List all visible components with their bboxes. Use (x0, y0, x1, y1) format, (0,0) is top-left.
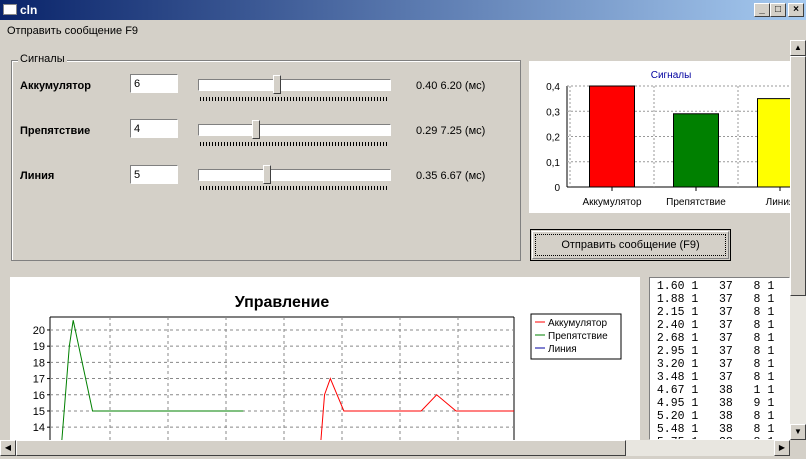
title-bar: cln _ □ × (0, 0, 806, 20)
signal-label-accumulator: Аккумулятор (20, 80, 91, 92)
line-slider-track[interactable] (198, 169, 391, 181)
horizontal-scrollbar[interactable]: ◀ ▶ (0, 440, 790, 456)
control-series-line (61, 320, 244, 440)
window-title: cln (20, 3, 38, 17)
log-line: 2.40 1 37 8 1 (650, 319, 775, 332)
accumulator-slider-ticks (200, 97, 389, 101)
accumulator-readout: 0.40 6.20 (мс) (416, 80, 486, 92)
close-button[interactable]: × (788, 3, 804, 17)
control-y-tick-label: 17 (33, 374, 45, 386)
vertical-scrollbar[interactable]: ▲ ▼ (790, 40, 806, 440)
app-icon (3, 4, 17, 15)
signals-group-label: Сигналы (18, 53, 67, 65)
signals-bar-chart: Сигналы 0 0,1 0,2 0,3 0,4 Аккумулятор Препятст… (546, 70, 803, 208)
signals-y-tick-label: 0,3 (546, 107, 560, 118)
signals-y-tick-label: 0,4 (546, 82, 560, 93)
log-line: 1.60 1 37 8 1 (650, 280, 775, 293)
scroll-down-button[interactable]: ▼ (790, 424, 806, 440)
log-line: 5.20 1 38 8 1 (650, 410, 775, 423)
obstacle-readout: 0.29 7.25 (мс) (416, 125, 486, 137)
log-line: 3.48 1 37 8 1 (650, 371, 775, 384)
menu-bar: Отправить сообщение F9 (0, 22, 790, 40)
log-line: 4.67 1 38 1 1 (650, 384, 775, 397)
signals-x-tick-label: Препятствие (666, 197, 726, 208)
log-line: 4.95 1 38 9 1 (650, 397, 775, 410)
signals-bar (757, 98, 803, 188)
scroll-up-button[interactable]: ▲ (790, 40, 806, 56)
obstacle-slider-ticks (200, 142, 389, 146)
minimize-button[interactable]: _ (754, 3, 770, 17)
obstacle-slider-thumb[interactable] (252, 120, 260, 139)
control-y-tick-label: 20 (33, 325, 45, 337)
control-y-tick-label: 14 (33, 422, 45, 434)
log-line: 3.20 1 37 8 1 (650, 358, 775, 371)
control-legend-label: Препятствие (548, 331, 608, 342)
control-y-tick-label: 18 (33, 357, 45, 369)
line-readout: 0.35 6.67 (мс) (416, 170, 486, 182)
obstacle-slider-track[interactable] (198, 124, 391, 136)
send-message-button-label: Отправить сообщение (F9) (561, 239, 700, 251)
control-chart-panel: Управление 1314151617181920АккумуляторПр… (10, 277, 640, 440)
signals-x-tick-label: Аккумулятор (582, 197, 641, 208)
signals-chart-panel: Сигналы 0 0,1 0,2 0,3 0,4 Аккумулятор Препятст… (529, 61, 803, 213)
control-series-line (320, 377, 514, 440)
control-y-tick-label: 15 (33, 406, 45, 418)
control-chart-title: Управление (235, 294, 330, 311)
control-y-tick-label: 19 (33, 341, 45, 353)
control-legend-label: Линия (548, 344, 577, 355)
control-line-chart: Управление 1314151617181920АккумуляторПр… (33, 294, 622, 440)
signals-x-tick-label: Линия (766, 197, 792, 208)
signal-label-line: Линия (20, 170, 55, 182)
log-line: 2.95 1 37 8 1 (650, 345, 775, 358)
obstacle-input[interactable] (130, 119, 178, 138)
line-input[interactable] (130, 165, 178, 184)
send-message-button[interactable]: Отправить сообщение (F9) (530, 229, 731, 261)
signal-label-obstacle: Препятствие (20, 125, 91, 137)
accumulator-slider-track[interactable] (198, 79, 391, 91)
log-line: 1.88 1 37 8 1 (650, 293, 775, 306)
signals-bar (673, 113, 719, 188)
signals-y-tick-label: 0,1 (546, 158, 560, 169)
menu-send-message[interactable]: Отправить сообщение F9 (7, 25, 138, 37)
accumulator-slider-thumb[interactable] (273, 75, 281, 94)
signals-y-tick-label: 0,2 (546, 133, 560, 144)
line-slider-ticks (200, 186, 389, 190)
log-line: 2.68 1 37 8 1 (650, 332, 775, 345)
log-line: 5.48 1 38 8 1 (650, 423, 775, 436)
log-line: 2.15 1 37 8 1 (650, 306, 775, 319)
signals-bar (589, 85, 635, 188)
line-slider-thumb[interactable] (263, 165, 271, 184)
log-list[interactable]: 1.60 1 37 8 1 1.88 1 37 8 1 2.15 1 37 8 … (649, 277, 790, 440)
scroll-left-button[interactable]: ◀ (0, 440, 16, 456)
control-y-tick-label: 16 (33, 390, 45, 402)
control-legend-label: Аккумулятор (548, 318, 607, 329)
scroll-right-button[interactable]: ▶ (774, 440, 790, 456)
vertical-scroll-thumb[interactable] (790, 56, 806, 296)
accumulator-input[interactable] (130, 74, 178, 93)
maximize-button[interactable]: □ (770, 3, 786, 17)
horizontal-scroll-thumb[interactable] (16, 440, 626, 456)
signals-y-tick-label: 0 (554, 183, 560, 194)
signals-chart-title: Сигналы (651, 70, 692, 81)
